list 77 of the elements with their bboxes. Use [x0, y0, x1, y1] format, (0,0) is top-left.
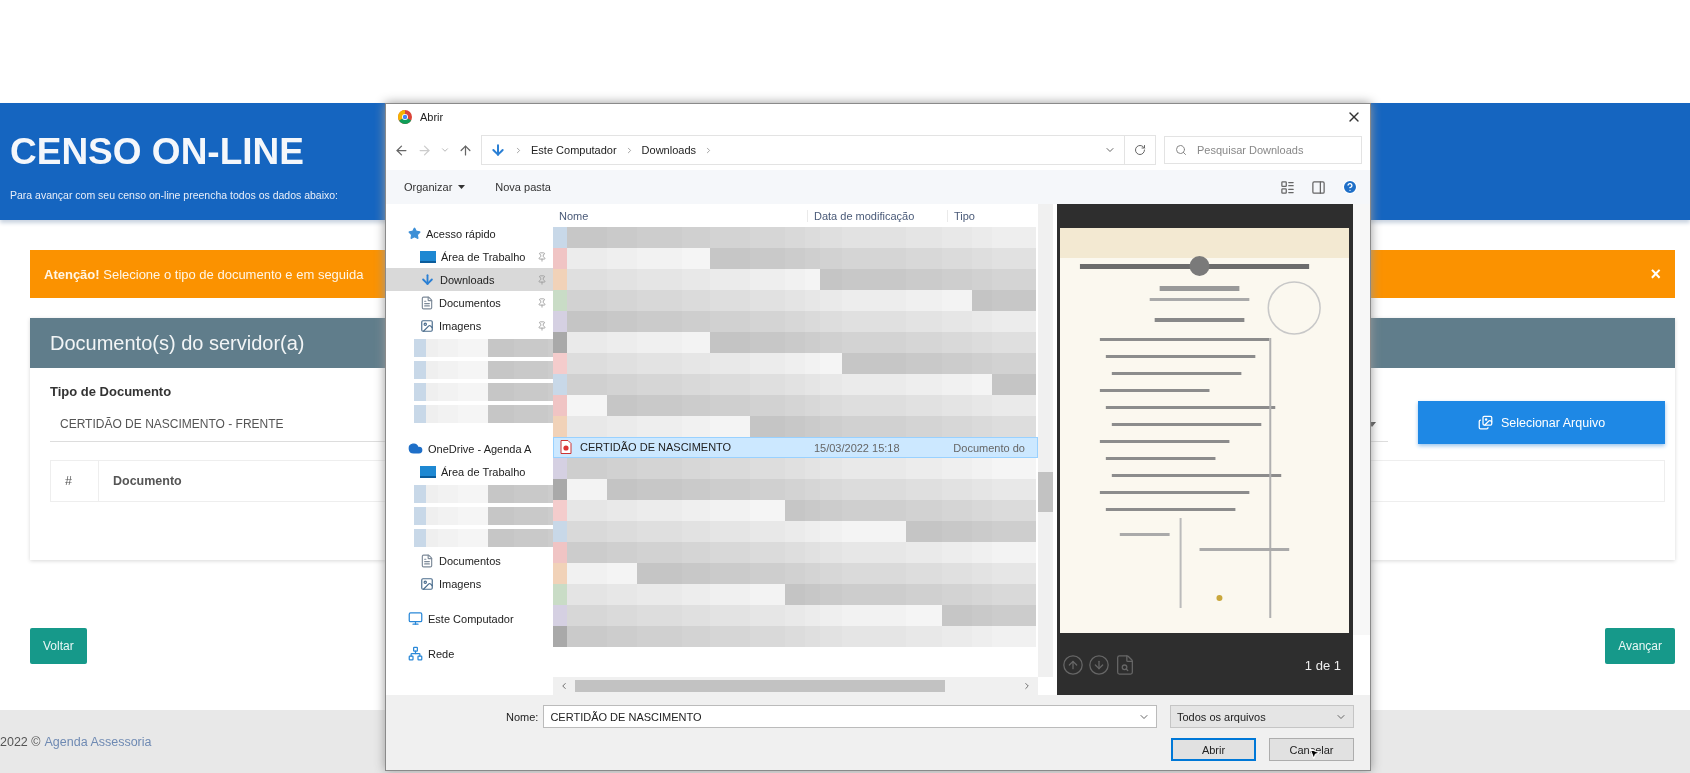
- chevron-right-icon: [514, 145, 523, 155]
- nav-item[interactable]: Downloads: [386, 268, 553, 291]
- nav-item[interactable]: Documentos: [386, 549, 553, 572]
- toolbar-button[interactable]: Organizar: [404, 181, 466, 193]
- dialog-button[interactable]: Abrir: [1171, 738, 1256, 761]
- image-icon: [420, 576, 434, 591]
- alert-text: Atenção! Selecione o tipo de documento e em seguida: [44, 266, 364, 282]
- address-bar[interactable]: Este Computador Downloads: [481, 135, 1125, 165]
- previous-page-icon[interactable]: [1062, 654, 1084, 676]
- back-icon[interactable]: [394, 142, 409, 158]
- path-segment[interactable]: Downloads: [641, 144, 697, 156]
- nav-item[interactable]: Este Computador: [386, 607, 553, 630]
- select-file-button[interactable]: Selecionar Arquivo: [1418, 401, 1665, 444]
- nav-item[interactable]: Documentos: [386, 291, 553, 314]
- nav-item[interactable]: Imagens: [386, 572, 553, 595]
- nav-item[interactable]: Área de Trabalho: [386, 460, 553, 483]
- pin-icon: [537, 297, 547, 308]
- nav-item[interactable]: OneDrive - Agenda A: [386, 437, 553, 460]
- nav-item[interactable]: Área de Trabalho: [386, 245, 553, 268]
- chevron-down-icon[interactable]: [440, 145, 450, 155]
- column-header[interactable]: Tipo: [948, 209, 1038, 222]
- filename-label: Nome:: [506, 710, 539, 723]
- pin-icon: [537, 274, 547, 285]
- file-row[interactable]: CERTIDÃO DE NASCIMENTO 15/03/2022 15:18 Documento do: [553, 437, 1038, 458]
- pin-icon: [537, 320, 547, 331]
- forward-icon[interactable]: [417, 142, 432, 158]
- page-subtitle: Para avançar com seu censo on-line preencha todos os dados abaixo:: [10, 189, 339, 201]
- dialog-button[interactable]: Cancelar: [1269, 738, 1354, 761]
- refresh-icon: [1134, 144, 1146, 156]
- nav-item[interactable]: Acesso rápido: [386, 222, 553, 245]
- pin-icon: [537, 251, 547, 262]
- scroll-right-icon[interactable]: [1022, 681, 1032, 691]
- horizontal-scrollbar[interactable]: [553, 677, 1038, 695]
- download-icon: [420, 272, 435, 287]
- preview-pane-icon[interactable]: [1311, 179, 1326, 195]
- toolbar-button[interactable]: Nova pasta: [495, 181, 551, 193]
- file-date: 15/03/2022 15:18: [813, 441, 900, 454]
- next-page-icon[interactable]: [1088, 654, 1110, 676]
- file-type-select[interactable]: Todos os arquivos: [1170, 705, 1354, 728]
- search-icon: [1175, 144, 1187, 156]
- dialog-title: Abrir: [420, 111, 445, 123]
- preview-scrollbar[interactable]: [1353, 204, 1370, 635]
- file-name: CERTIDÃO DE NASCIMENTO: [580, 440, 732, 453]
- path-segment[interactable]: Este Computador: [531, 144, 617, 156]
- page-title: CENSO ON-LINE: [10, 131, 304, 173]
- table-header-cell-text: Documento: [112, 473, 182, 490]
- field-label: Tipo de Documento: [50, 384, 172, 399]
- find-in-document-icon[interactable]: [1114, 654, 1136, 676]
- filename-field[interactable]: CERTIDÃO DE NASCIMENTO: [543, 705, 1157, 728]
- network-icon: [408, 646, 423, 661]
- computer-icon: [408, 611, 423, 626]
- browser-icon: [398, 110, 412, 124]
- desktop-icon: [420, 250, 436, 263]
- nav-item[interactable]: Rede: [386, 642, 553, 665]
- search-field[interactable]: Pesquisar Downloads: [1164, 136, 1362, 164]
- document-icon: [420, 553, 434, 568]
- help-icon[interactable]: [1342, 179, 1358, 195]
- vertical-scrollbar[interactable]: [1038, 204, 1053, 677]
- table-header-cell: #: [51, 461, 99, 501]
- document-icon: [420, 295, 434, 310]
- refresh-button[interactable]: [1124, 135, 1156, 165]
- page-counter: 1 de 1: [1304, 657, 1341, 673]
- file-type: Documento do: [953, 441, 1025, 454]
- download-icon: [490, 142, 506, 158]
- star-icon: [408, 227, 421, 240]
- copyright-text: 2022 ©: [0, 734, 41, 749]
- desktop-icon: [420, 465, 436, 478]
- scroll-left-icon[interactable]: [559, 681, 569, 691]
- caret-icon: [458, 185, 466, 189]
- column-header[interactable]: Data de modificação: [808, 209, 948, 222]
- up-icon[interactable]: [458, 142, 473, 158]
- images-icon: [1477, 415, 1493, 430]
- view-options-icon[interactable]: [1280, 179, 1295, 195]
- column-header[interactable]: Nome: [553, 209, 808, 222]
- cloud-icon: [408, 441, 423, 456]
- image-icon: [420, 318, 434, 333]
- pdf-file-icon: [560, 439, 572, 454]
